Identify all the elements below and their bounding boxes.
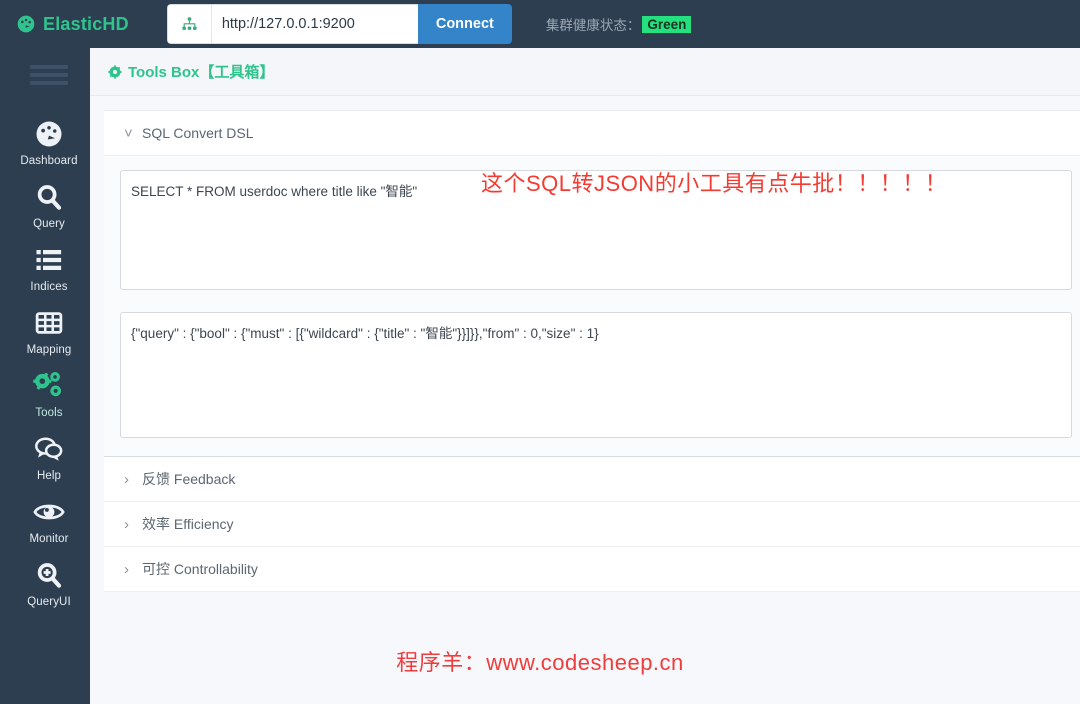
accordion-label: SQL Convert DSL bbox=[142, 125, 254, 141]
sql-input-textarea[interactable] bbox=[120, 170, 1072, 290]
magnifier-icon bbox=[34, 180, 64, 214]
speedometer-icon bbox=[34, 117, 64, 151]
dashboard-speedometer-icon bbox=[16, 14, 36, 34]
cluster-url-input[interactable] bbox=[211, 5, 418, 43]
dsl-output-textarea[interactable] bbox=[120, 312, 1072, 438]
chevron-right-icon: › bbox=[124, 560, 129, 578]
sidebar: Dashboard Query Indices Mapping Tools He… bbox=[8, 48, 99, 704]
status-badge: Green bbox=[642, 15, 692, 33]
eye-icon bbox=[33, 495, 65, 529]
tools-accordion: ˅ SQL Convert DSL › 反馈 Feedback › 效率 Eff… bbox=[90, 96, 1080, 592]
connect-button[interactable]: Connect bbox=[417, 4, 512, 44]
accordion-header-controllability[interactable]: › 可控 Controllability bbox=[104, 547, 1080, 592]
sidebar-item-mapping[interactable]: Mapping bbox=[8, 299, 90, 362]
accordion-header-efficiency[interactable]: › 效率 Efficiency bbox=[104, 502, 1080, 547]
connection-bar: Connect bbox=[166, 4, 512, 44]
app-brand: ElasticHD bbox=[16, 14, 129, 35]
grid-table-icon bbox=[34, 306, 64, 340]
sidebar-item-label: Mapping bbox=[26, 344, 72, 356]
top-bar: ElasticHD Connect 集群健康状态： Green bbox=[0, 0, 1080, 48]
chevron-right-icon: › bbox=[124, 515, 129, 533]
accordion-label: 效率 Efficiency bbox=[142, 516, 234, 532]
list-icon bbox=[34, 243, 64, 277]
hamburger-icon[interactable] bbox=[30, 62, 68, 88]
gears-icon bbox=[32, 369, 66, 403]
accordion-body-sql-convert-dsl bbox=[104, 156, 1080, 457]
sidebar-item-query[interactable]: Query bbox=[8, 173, 90, 236]
accordion-header-feedback[interactable]: › 反馈 Feedback bbox=[104, 457, 1080, 502]
brand-label: ElasticHD bbox=[43, 13, 129, 34]
sidebar-item-label: Monitor bbox=[29, 533, 69, 545]
sidebar-item-label: Tools bbox=[35, 407, 63, 419]
sidebar-item-queryui[interactable]: QueryUI bbox=[8, 551, 90, 614]
accordion-list: ˅ SQL Convert DSL › 反馈 Feedback › 效率 Eff… bbox=[104, 110, 1080, 592]
sitemap-icon bbox=[167, 5, 212, 43]
gear-icon bbox=[108, 64, 122, 79]
chevron-right-icon: › bbox=[124, 470, 129, 488]
sidebar-item-label: Query bbox=[33, 218, 65, 230]
sidebar-item-label: Dashboard bbox=[20, 155, 78, 167]
sidebar-item-label: Help bbox=[36, 470, 62, 482]
accordion-label: 可控 Controllability bbox=[142, 561, 258, 577]
sidebar-item-label: QueryUI bbox=[27, 596, 71, 608]
watermark-text: 程序羊：www.codesheep.cn bbox=[396, 650, 684, 675]
sidebar-item-indices[interactable]: Indices bbox=[8, 236, 90, 299]
url-input-group bbox=[166, 4, 418, 44]
chevron-down-icon: ˅ bbox=[124, 124, 133, 142]
accordion-header-sql-convert-dsl[interactable]: ˅ SQL Convert DSL bbox=[104, 111, 1080, 156]
sidebar-item-help[interactable]: Help bbox=[8, 425, 90, 488]
accordion-label: 反馈 Feedback bbox=[142, 471, 236, 487]
page-title: Tools Box【工具箱】 bbox=[108, 61, 274, 82]
chat-bubbles-icon bbox=[34, 432, 64, 466]
page-header: Tools Box【工具箱】 bbox=[90, 48, 1080, 96]
sidebar-item-label: Indices bbox=[30, 281, 68, 293]
cluster-health-label: 集群健康状态： bbox=[545, 18, 641, 33]
magnifier-plus-icon bbox=[34, 558, 64, 592]
sidebar-item-tools[interactable]: Tools bbox=[8, 362, 99, 425]
sidebar-item-monitor[interactable]: Monitor bbox=[8, 488, 90, 551]
main-content: Tools Box【工具箱】 ˅ SQL Convert DSL › 反馈 Fe… bbox=[90, 48, 1080, 704]
page-title-label: Tools Box【工具箱】 bbox=[128, 64, 275, 81]
sidebar-item-dashboard[interactable]: Dashboard bbox=[8, 110, 90, 173]
cluster-health: 集群健康状态： Green bbox=[546, 14, 692, 34]
